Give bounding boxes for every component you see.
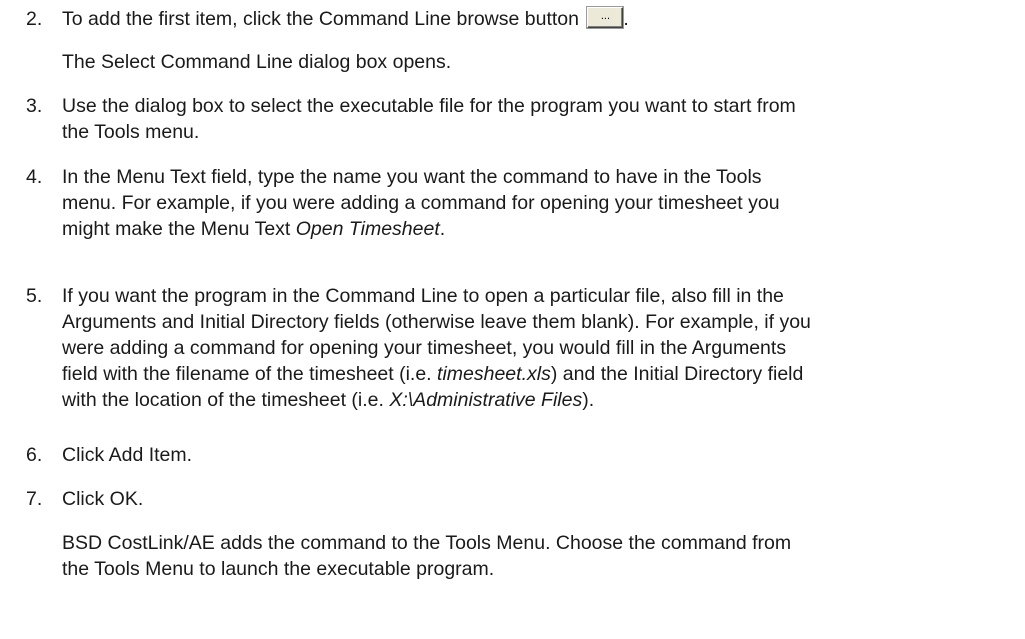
step-number: 2. (26, 8, 43, 30)
command-line-browse-button-image: ... (587, 7, 624, 28)
step-number: 4. (26, 166, 43, 188)
text-line: Arguments and Initial Directory fields (… (62, 311, 811, 333)
text-line: might make the Menu Text Open Timesheet. (62, 216, 1022, 242)
text-line: BSD CostLink/AE adds the command to the … (62, 532, 792, 554)
ellipsis-icon: ... (600, 10, 610, 22)
step-text: Click Add Item. (62, 444, 193, 466)
text-part: field with the filename of the timesheet… (62, 363, 438, 385)
text-part: . (439, 218, 446, 240)
text-part: ) and the Initial Directory field (550, 363, 804, 385)
emphasized-text: X:\Administrative Files (389, 389, 583, 411)
text-line: were adding a command for opening your t… (62, 337, 787, 359)
step-text: Click OK. (62, 488, 144, 510)
text-line: the Tools menu. (62, 121, 200, 143)
step-text-part: . (623, 8, 629, 30)
step-text: Use the dialog box to select the executa… (62, 93, 1022, 145)
text-line: If you want the program in the Command L… (62, 285, 784, 307)
step-number: 3. (26, 95, 43, 117)
step-text-part: To add the first item, click the Command… (62, 8, 585, 30)
text-part: might make the Menu Text (62, 218, 296, 240)
text-line: field with the filename of the timesheet… (62, 361, 1022, 387)
help-document: 2. To add the first item, click the Comm… (0, 0, 1025, 639)
emphasized-text: Open Timesheet (295, 218, 440, 240)
step-number: 6. (26, 444, 43, 466)
emphasized-text: timesheet.xls (437, 363, 551, 385)
step-text: If you want the program in the Command L… (62, 283, 1022, 413)
step-7-note: BSD CostLink/AE adds the command to the … (62, 530, 1022, 582)
step-number: 7. (26, 488, 43, 510)
text-line: with the location of the timesheet (i.e.… (62, 387, 1022, 413)
text-line: menu. For example, if you were adding a … (62, 192, 780, 214)
text-part: with the location of the timesheet (i.e. (62, 389, 390, 411)
text-line: In the Menu Text field, type the name yo… (62, 166, 762, 188)
step-text: In the Menu Text field, type the name yo… (62, 164, 1022, 242)
step-2-note: The Select Command Line dialog box opens… (62, 51, 452, 73)
step-number: 5. (26, 285, 43, 307)
text-part: ). (582, 389, 595, 411)
text-line: Use the dialog box to select the executa… (62, 95, 796, 117)
step-text: To add the first item, click the Command… (62, 6, 1022, 32)
text-line: the Tools Menu to launch the executable … (62, 558, 495, 580)
